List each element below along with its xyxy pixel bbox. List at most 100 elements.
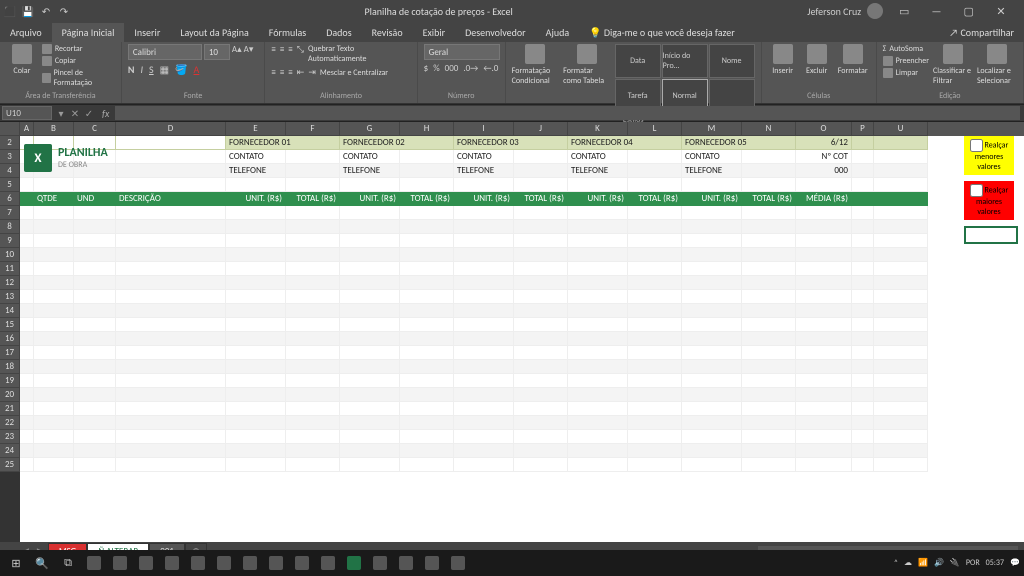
paste-button[interactable]: Colar — [6, 44, 38, 76]
avatar[interactable] — [867, 3, 883, 19]
taskbar-app[interactable] — [394, 552, 418, 574]
decrease-font-icon[interactable]: A▾ — [244, 44, 254, 60]
delete-cells-button[interactable]: Excluir — [802, 44, 832, 76]
save-icon[interactable]: 💾 — [22, 5, 34, 17]
grid[interactable]: FORNECEDOR 01FORNECEDOR 02FORNECEDOR 03F… — [20, 136, 1024, 542]
fx-icon[interactable]: fx — [96, 107, 115, 120]
close-icon[interactable]: ✕ — [986, 5, 1016, 18]
style-inicio[interactable]: Início do Pro… — [662, 44, 708, 78]
find-select-button[interactable]: Localizar e Selecionar — [977, 44, 1017, 86]
taskbar-app[interactable] — [160, 552, 184, 574]
autosave-toggle[interactable]: ⬛ — [4, 5, 16, 17]
column-headers[interactable]: ABCDEFGHIJKLMNOPU — [20, 122, 1024, 136]
namebox-drop-icon[interactable]: ▾ — [54, 107, 68, 120]
indent-inc-icon[interactable]: ⇥ — [308, 67, 316, 78]
tab-inserir[interactable]: Inserir — [124, 23, 170, 42]
tray-wifi-icon[interactable]: 📶 — [918, 558, 928, 568]
align-center-icon[interactable]: ≡ — [280, 67, 284, 78]
taskbar-app[interactable] — [368, 552, 392, 574]
bold-button[interactable]: N — [128, 63, 135, 76]
tab-arquivo[interactable]: Arquivo — [0, 23, 52, 42]
number-format-combo[interactable]: Geral — [424, 44, 500, 60]
tab-layout[interactable]: Layout da Página — [170, 23, 258, 42]
increase-font-icon[interactable]: A▴ — [232, 44, 242, 60]
tab-formulas[interactable]: Fórmulas — [259, 23, 316, 42]
style-nome[interactable]: Nome — [709, 44, 755, 78]
taskbar-app[interactable] — [420, 552, 444, 574]
fill-color-button[interactable]: 🪣 — [175, 63, 187, 76]
tab-dados[interactable]: Dados — [316, 23, 361, 42]
format-cells-button[interactable]: Formatar — [836, 44, 870, 76]
formula-input[interactable] — [115, 106, 1020, 120]
taskview-icon[interactable]: ⧉ — [56, 552, 80, 574]
taskbar-app[interactable] — [446, 552, 470, 574]
tray-time[interactable]: 05:37 — [986, 558, 1004, 568]
align-bottom-icon[interactable]: ≡ — [288, 44, 292, 64]
indent-dec-icon[interactable]: ⇤ — [297, 67, 305, 78]
tray-volume-icon[interactable]: 🔊 — [934, 558, 944, 568]
tray-lang[interactable]: POR — [966, 558, 980, 568]
taskbar-app[interactable] — [316, 552, 340, 574]
name-box[interactable]: U10 — [2, 106, 52, 120]
conditional-format-button[interactable]: Formatação Condicional — [512, 44, 560, 86]
tray-notif-icon[interactable]: 💬 — [1010, 558, 1020, 568]
minimize-icon[interactable]: — — [921, 5, 951, 18]
border-button[interactable]: ▦ — [160, 63, 169, 76]
percent-icon[interactable]: % — [433, 63, 439, 74]
ribbon-options-icon[interactable]: ▭ — [889, 5, 919, 18]
cut-button[interactable]: Recortar — [42, 44, 115, 54]
align-middle-icon[interactable]: ≡ — [280, 44, 284, 64]
format-table-button[interactable]: Formatar como Tabela — [563, 44, 611, 86]
comma-icon[interactable]: 000 — [445, 63, 459, 74]
taskbar-app[interactable] — [238, 552, 262, 574]
highlight-higher-checkbox[interactable]: Realçar maiores valores — [964, 181, 1014, 220]
style-data[interactable]: Data — [615, 44, 661, 78]
taskbar-app[interactable] — [186, 552, 210, 574]
align-right-icon[interactable]: ≡ — [288, 67, 292, 78]
select-all-corner[interactable] — [0, 122, 20, 136]
row-headers[interactable]: 2345678910111213141516171819202122232425 — [0, 136, 20, 472]
tab-revisao[interactable]: Revisão — [362, 23, 413, 42]
font-family-combo[interactable]: Calibri — [128, 44, 202, 60]
sort-filter-button[interactable]: Classificar e Filtrar — [933, 44, 973, 86]
taskbar-app[interactable] — [134, 552, 158, 574]
taskbar-app[interactable] — [342, 552, 366, 574]
tab-desenvolvedor[interactable]: Desenvolvedor — [455, 23, 536, 42]
tray-cloud-icon[interactable]: ☁ — [904, 558, 912, 568]
highlight-lower-checkbox[interactable]: Realçar menores valores — [964, 136, 1014, 175]
enter-icon[interactable]: ✓ — [82, 107, 96, 120]
taskbar-app[interactable] — [108, 552, 132, 574]
italic-button[interactable]: I — [140, 63, 143, 76]
tell-me[interactable]: 💡 Diga-me o que você deseja fazer — [579, 23, 745, 42]
wrap-text-button[interactable]: Quebrar Texto Automaticamente — [308, 44, 411, 64]
format-painter-button[interactable]: Pincel de Formatação — [42, 68, 115, 88]
maximize-icon[interactable]: ▢ — [954, 5, 984, 18]
tab-pagina-inicial[interactable]: Página Inicial — [52, 23, 125, 42]
taskbar-app[interactable] — [212, 552, 236, 574]
start-button[interactable]: ⊞ — [4, 552, 28, 574]
tray-chevron-icon[interactable]: ˄ — [894, 558, 898, 568]
tab-exibir[interactable]: Exibir — [413, 23, 456, 42]
redo-icon[interactable]: ↷ — [58, 5, 70, 17]
align-top-icon[interactable]: ≡ — [271, 44, 275, 64]
cancel-icon[interactable]: ✕ — [68, 107, 82, 120]
system-tray[interactable]: ˄ ☁ 📶 🔊 🔌 POR 05:37 💬 — [894, 558, 1020, 568]
currency-icon[interactable]: $ — [424, 63, 429, 74]
autosum-button[interactable]: ΣAutoSoma — [883, 44, 929, 54]
orientation-icon[interactable]: ⤡ — [297, 44, 304, 64]
taskbar-app[interactable] — [264, 552, 288, 574]
tab-ajuda[interactable]: Ajuda — [536, 23, 579, 42]
insert-cells-button[interactable]: Inserir — [768, 44, 798, 76]
search-icon[interactable]: 🔍 — [30, 552, 54, 574]
share-button[interactable]: ↗ Compartilhar — [939, 23, 1024, 42]
copy-button[interactable]: Copiar — [42, 56, 115, 66]
underline-button[interactable]: S — [149, 63, 154, 76]
tray-battery-icon[interactable]: 🔌 — [950, 558, 960, 568]
dec-decimal-icon[interactable]: ←.0 — [483, 63, 498, 74]
align-left-icon[interactable]: ≡ — [271, 67, 275, 78]
inc-decimal-icon[interactable]: .0→ — [463, 63, 478, 74]
taskbar-app[interactable] — [82, 552, 106, 574]
undo-icon[interactable]: ↶ — [40, 5, 52, 17]
font-size-combo[interactable]: 10 — [204, 44, 230, 60]
merge-button[interactable]: Mesclar e Centralizar — [320, 67, 388, 78]
